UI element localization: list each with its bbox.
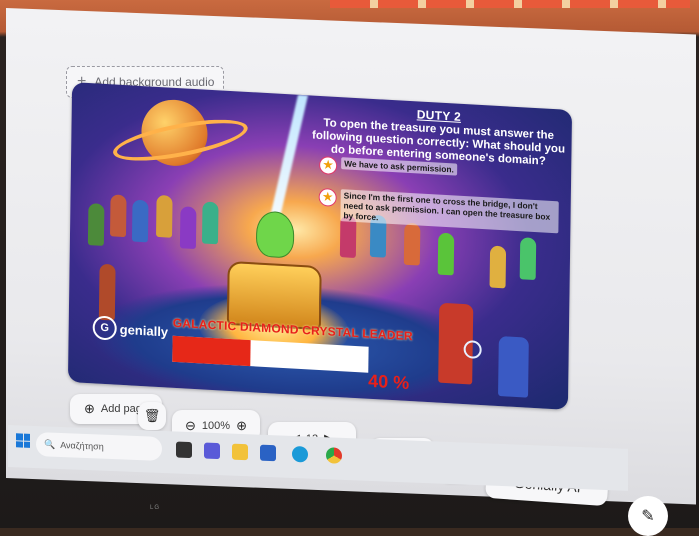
pen-icon[interactable]: ✎ (628, 496, 668, 536)
child-illustration (179, 206, 197, 250)
star-icon: ★ (318, 187, 337, 207)
star-icon: ★ (319, 155, 338, 175)
monitor-brand: LG (150, 505, 161, 511)
child-illustration (403, 222, 421, 266)
genially-logo: G genially (92, 315, 169, 343)
child-illustration (109, 194, 127, 238)
progress-percent: 40 % (368, 370, 410, 393)
zoom-in-icon[interactable]: ⊕ (236, 418, 247, 434)
child-illustration (519, 237, 537, 281)
child-illustration (201, 201, 219, 245)
child-illustration (131, 199, 149, 243)
search-icon: 🔍 (44, 438, 56, 450)
search-placeholder: Αναζήτηση (60, 440, 104, 452)
taskbar-search[interactable]: 🔍 Αναζήτηση (36, 432, 162, 461)
zoom-value: 100% (201, 420, 231, 432)
slide-canvas[interactable]: DUTY 2 To open the treasure you must ans… (67, 82, 573, 410)
genially-g-icon: G (92, 315, 117, 341)
child-illustration (156, 194, 173, 238)
child-illustration (98, 263, 116, 321)
progress-bar-fill (172, 335, 252, 367)
alien-illustration (255, 210, 295, 259)
file-explorer-icon[interactable] (232, 443, 248, 461)
task-view-icon[interactable] (176, 441, 192, 459)
child-illustration (437, 232, 455, 276)
trash-icon: 🗑 (143, 408, 161, 423)
store-icon[interactable] (260, 444, 276, 462)
child-illustration (87, 203, 105, 246)
logo-text: genially (119, 321, 169, 340)
child-illustration (498, 336, 529, 398)
windows-start-icon[interactable] (16, 433, 30, 448)
edge-icon[interactable] (292, 445, 308, 463)
plus-circle-icon: ⊕ (83, 401, 95, 416)
teams-icon[interactable] (204, 442, 220, 460)
pointer-circle-icon (463, 340, 482, 360)
delete-page-button[interactable]: 🗑 (138, 402, 166, 430)
child-illustration (489, 245, 507, 289)
background-strip (330, 0, 690, 8)
chrome-icon[interactable] (326, 447, 342, 464)
